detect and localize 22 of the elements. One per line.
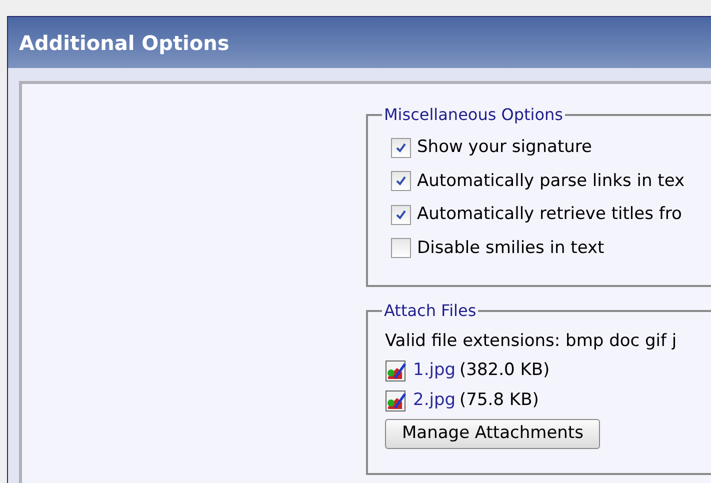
checkbox[interactable] <box>391 171 411 192</box>
file-size: (75.8 KB) <box>460 388 539 412</box>
image-file-icon <box>385 390 407 412</box>
checkmark-icon <box>395 142 407 154</box>
file-link[interactable]: 2.jpg <box>413 388 456 414</box>
option-label: Disable smilies in text <box>417 236 604 260</box>
checkbox[interactable] <box>391 138 411 158</box>
option-label: Automatically parse links in tex <box>417 170 685 192</box>
extensions-text: Valid file extensions: bmp doc gif j <box>385 330 678 353</box>
manage-attachments-button[interactable]: Manage Attachments <box>385 418 600 448</box>
checkmark-icon <box>395 208 407 221</box>
checkbox[interactable] <box>391 204 411 225</box>
fieldset-legend: Attach Files <box>382 299 478 323</box>
checkmark-icon <box>395 175 407 188</box>
image-file-icon <box>385 360 407 382</box>
option-label: Show your signature <box>417 136 592 159</box>
checkbox[interactable] <box>391 238 411 258</box>
file-link[interactable]: 1.jpg <box>413 358 456 384</box>
option-label: Automatically retrieve titles fro <box>417 203 682 226</box>
fieldset-legend: Miscellaneous Options <box>382 103 565 127</box>
panel-title: Additional Options <box>19 30 230 56</box>
file-size: (382.0 KB) <box>460 358 550 382</box>
